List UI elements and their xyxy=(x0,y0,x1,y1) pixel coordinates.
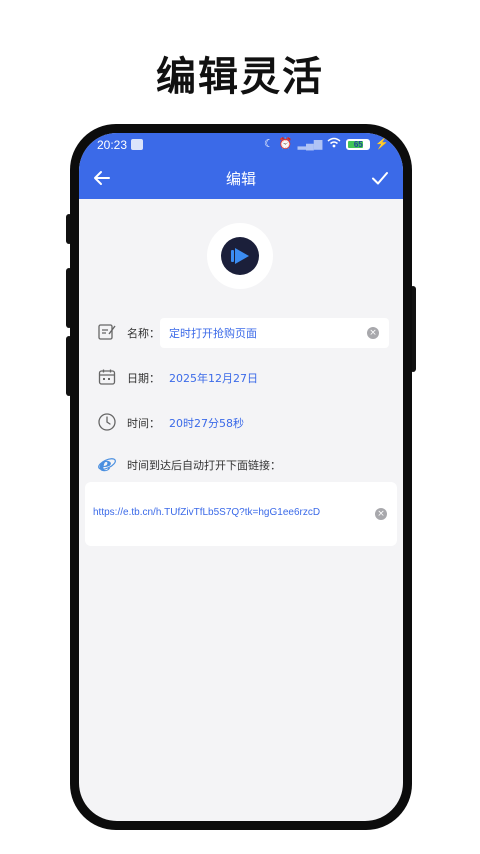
status-bar: 20:23 ☾ ⏰ ▂▄▆ 65 ⚡ xyxy=(79,133,403,157)
toolbox-icon xyxy=(131,139,143,150)
signal-icon: ▂▄▆ xyxy=(297,138,323,150)
link-label: 时间到达后自动打开下面链接： xyxy=(127,459,281,472)
wifi-icon xyxy=(327,137,341,151)
app-bar: 编辑 xyxy=(79,157,403,199)
name-input[interactable]: 定时打开抢购页面 × xyxy=(160,318,389,348)
edit-note-icon xyxy=(98,324,116,340)
battery-percent: 65 xyxy=(353,139,363,149)
app-logo-button[interactable] xyxy=(207,223,273,289)
clock-icon xyxy=(98,413,116,431)
checkmark-icon xyxy=(372,172,388,185)
charging-icon: ⚡ xyxy=(375,138,389,150)
time-label: 时间： xyxy=(127,417,160,430)
play-icon xyxy=(221,237,259,275)
battery-indicator: 65 xyxy=(346,138,371,150)
calendar-icon xyxy=(98,369,116,385)
time-row[interactable]: 时间： 20时27分58秒 xyxy=(97,408,389,438)
status-icons: ☾ ⏰ ▂▄▆ 65 ⚡ xyxy=(264,137,389,151)
link-input[interactable]: https://e.tb.cn/h.TUfZivTfLb5S7Q?tk=hgG1… xyxy=(85,482,397,546)
date-label: 日期： xyxy=(127,372,160,385)
phone-frame: 20:23 ☾ ⏰ ▂▄▆ 65 ⚡ 编辑 名称： 定时打开抢购页面 × 日期：… xyxy=(70,124,412,830)
date-row[interactable]: 日期： 2025年12月27日 xyxy=(97,363,389,393)
name-label: 名称： xyxy=(127,327,160,340)
promo-headline: 编辑灵活 xyxy=(156,54,324,100)
phone-screen: 20:23 ☾ ⏰ ▂▄▆ 65 ⚡ 编辑 名称： 定时打开抢购页面 × 日期：… xyxy=(79,133,403,821)
name-value: 定时打开抢购页面 xyxy=(169,327,257,340)
link-row: e 时间到达后自动打开下面链接： xyxy=(97,450,389,480)
time-value[interactable]: 20时27分58秒 xyxy=(169,415,244,431)
internet-explorer-icon: e xyxy=(98,454,116,474)
alarm-off-icon: ⏰ xyxy=(278,138,293,150)
link-value: https://e.tb.cn/h.TUfZivTfLb5S7Q?tk=hgG1… xyxy=(93,507,321,518)
moon-icon: ☾ xyxy=(264,138,274,150)
name-row: 名称： 定时打开抢购页面 × xyxy=(97,318,389,348)
date-value[interactable]: 2025年12月27日 xyxy=(169,370,258,386)
status-time: 20:23 xyxy=(97,138,128,152)
clear-icon[interactable]: × xyxy=(367,327,379,339)
confirm-button[interactable] xyxy=(367,165,393,191)
clear-icon[interactable]: × xyxy=(375,508,387,520)
page-title: 编辑 xyxy=(225,170,256,188)
